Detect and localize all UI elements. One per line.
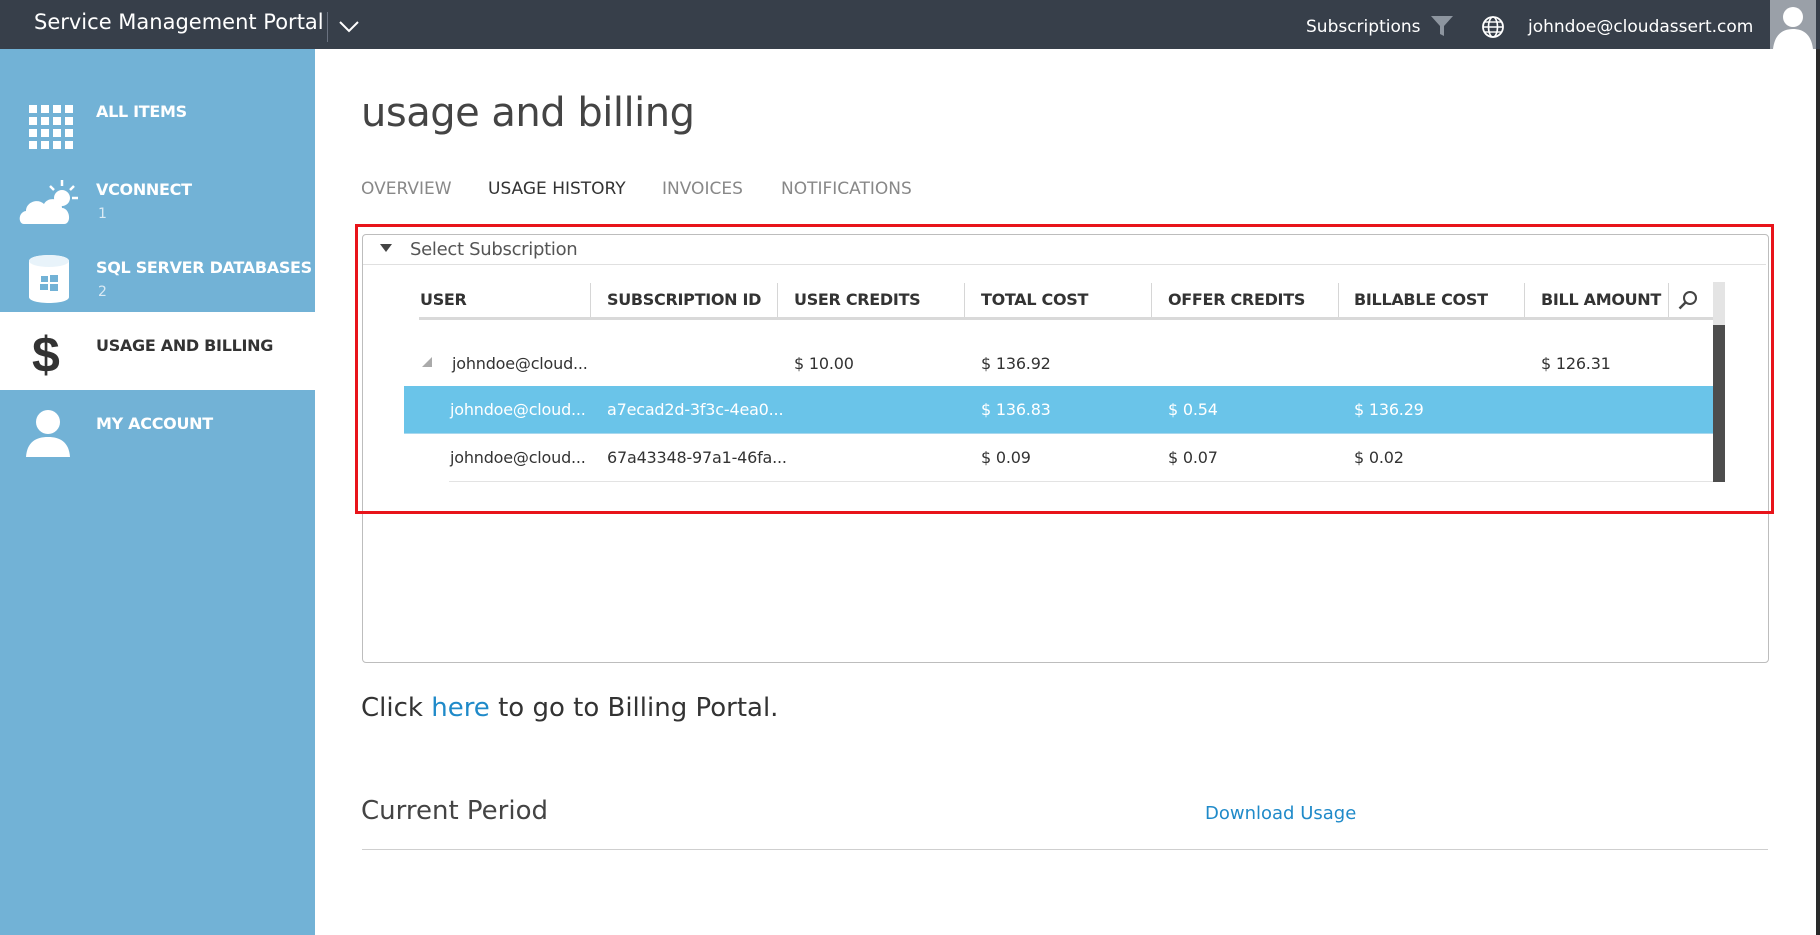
sidebar-item-count: 1 (98, 206, 107, 222)
database-icon (29, 255, 69, 303)
chevron-down-icon[interactable] (338, 20, 360, 34)
section-divider (362, 849, 1768, 850)
billing-portal-link[interactable]: here (431, 693, 490, 723)
download-usage-link[interactable]: Download Usage (1205, 803, 1356, 824)
highlight-frame (355, 224, 1774, 514)
subscriptions-filter-label[interactable]: Subscriptions (1306, 17, 1420, 37)
globe-icon[interactable] (1481, 15, 1505, 39)
avatar[interactable] (1770, 0, 1816, 49)
sidebar-item-usage-and-billing[interactable]: $ USAGE AND BILLING (0, 312, 315, 390)
billing-portal-prefix: Click (361, 693, 432, 723)
user-email[interactable]: johndoe@cloudassert.com (1528, 17, 1753, 37)
current-period-heading: Current Period (361, 796, 548, 826)
sidebar-item-label: MY ACCOUNT (96, 414, 213, 433)
billing-portal-text: Click here to go to Billing Portal. (361, 693, 778, 723)
page-title: usage and billing (361, 90, 695, 136)
tab-overview[interactable]: OVERVIEW (361, 179, 452, 199)
sidebar-item-my-account[interactable]: MY ACCOUNT (0, 390, 315, 468)
cloud-sun-icon (19, 180, 78, 224)
grid-icon (29, 105, 73, 149)
sidebar-item-vconnect[interactable]: VCONNECT 1 (0, 156, 315, 234)
filter-icon[interactable] (1430, 15, 1454, 37)
tab-notifications[interactable]: NOTIFICATIONS (781, 179, 912, 199)
sidebar: ALL ITEMS VCONNECT 1 SQL SERVER DATABASE… (0, 49, 315, 935)
user-icon (26, 410, 70, 457)
sidebar-item-all-items[interactable]: ALL ITEMS (0, 78, 315, 156)
tab-invoices[interactable]: INVOICES (662, 179, 743, 199)
sidebar-item-label: ALL ITEMS (96, 102, 187, 121)
topbar-divider (327, 12, 328, 42)
sidebar-item-label: SQL SERVER DATABASES (96, 258, 312, 277)
portal-title[interactable]: Service Management Portal (34, 10, 324, 34)
tab-usage-history[interactable]: USAGE HISTORY (488, 179, 626, 199)
sidebar-item-label: VCONNECT (96, 180, 192, 199)
user-avatar-icon (1773, 7, 1813, 49)
sidebar-item-sql-server-databases[interactable]: SQL SERVER DATABASES 2 (0, 234, 315, 312)
billing-portal-suffix: to go to Billing Portal. (489, 693, 779, 723)
sidebar-item-count: 2 (98, 284, 107, 300)
dollar-icon: $ (32, 327, 60, 383)
sidebar-item-label: USAGE AND BILLING (96, 336, 274, 355)
window-edge (1816, 49, 1820, 935)
